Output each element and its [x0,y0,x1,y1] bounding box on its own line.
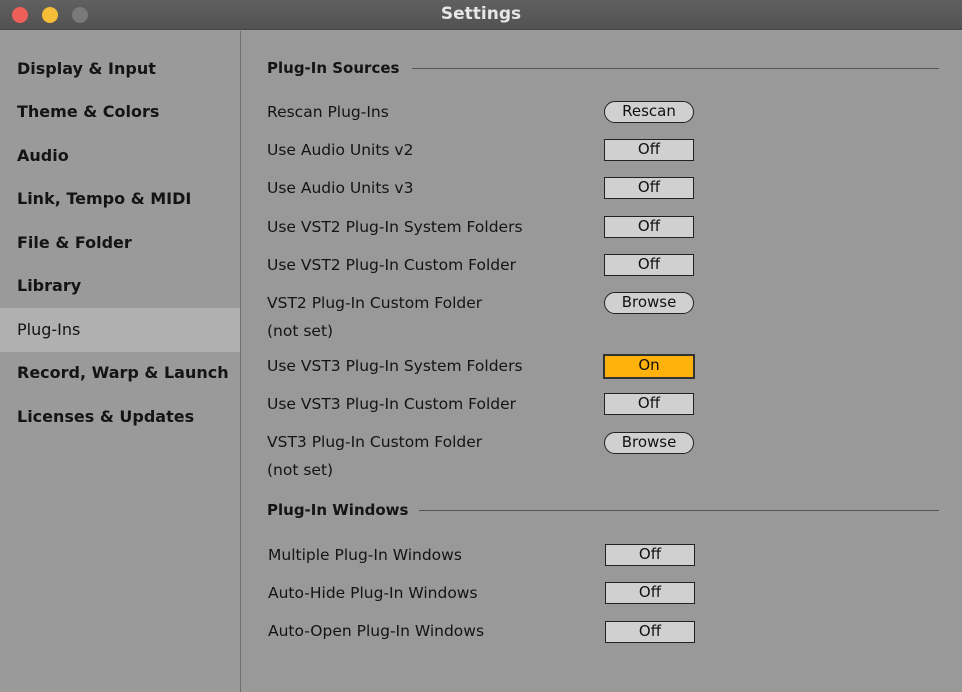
use-vst2-custom-folder-label: Use VST2 Plug-In Custom Folder [267,256,517,274]
title-bar: Settings [0,0,962,30]
use-vst3-custom-folder-label: Use VST3 Plug-In Custom Folder [267,395,517,413]
vst3-browse-button[interactable]: Browse [604,432,694,454]
use-audio-units-v2-label: Use Audio Units v2 [267,141,414,159]
use-vst2-system-folders-label: Use VST2 Plug-In System Folders [267,218,523,236]
auto-hide-plug-in-windows-toggle[interactable]: Off [605,582,695,604]
auto-open-plug-in-windows-label: Auto-Open Plug-In Windows [268,622,485,640]
sidebar-item-theme-colors[interactable]: Theme & Colors [0,90,240,134]
sidebar-item-plug-ins[interactable]: Plug-Ins [0,308,240,352]
vst3-custom-folder-path: (not set) [267,461,334,479]
use-vst2-custom-folder-toggle[interactable]: Off [604,254,694,276]
sidebar-item-library[interactable]: Library [0,264,240,308]
rescan-button[interactable]: Rescan [604,101,694,123]
multiple-plug-in-windows-label: Multiple Plug-In Windows [268,546,462,564]
section-title-plug-in-windows: Plug-In Windows [267,501,409,519]
sidebar-item-file-folder[interactable]: File & Folder [0,221,240,265]
sidebar-item-record-warp-launch[interactable]: Record, Warp & Launch [0,351,240,395]
use-vst2-system-folders-toggle[interactable]: Off [604,216,694,238]
use-audio-units-v3-label: Use Audio Units v3 [267,179,414,197]
section-divider [419,510,939,511]
sidebar: Display & Input Theme & Colors Audio Lin… [0,31,241,692]
rescan-plug-ins-label: Rescan Plug-Ins [267,103,389,121]
multiple-plug-in-windows-toggle[interactable]: Off [605,544,695,566]
section-divider [412,68,939,69]
use-audio-units-v3-toggle[interactable]: Off [604,177,694,199]
use-vst3-custom-folder-toggle[interactable]: Off [604,393,694,415]
sidebar-item-audio[interactable]: Audio [0,134,240,178]
vst3-custom-folder-label: VST3 Plug-In Custom Folder [267,433,483,451]
sidebar-item-display-input[interactable]: Display & Input [0,47,240,91]
vst2-custom-folder-label: VST2 Plug-In Custom Folder [267,294,483,312]
sidebar-item-link-tempo-midi[interactable]: Link, Tempo & MIDI [0,177,240,221]
sidebar-item-licenses-updates[interactable]: Licenses & Updates [0,395,240,439]
auto-open-plug-in-windows-toggle[interactable]: Off [605,621,695,643]
vst2-custom-folder-path: (not set) [267,322,334,340]
use-vst3-system-folders-toggle[interactable]: On [603,354,695,379]
section-title-plug-in-sources: Plug-In Sources [267,59,400,77]
settings-panel: Plug-In Sources Rescan Plug-Ins Rescan U… [242,31,962,692]
use-audio-units-v2-toggle[interactable]: Off [604,139,694,161]
vst2-browse-button[interactable]: Browse [604,292,694,314]
use-vst3-system-folders-label: Use VST3 Plug-In System Folders [267,357,523,375]
auto-hide-plug-in-windows-label: Auto-Hide Plug-In Windows [268,584,478,602]
window-title: Settings [440,4,522,24]
